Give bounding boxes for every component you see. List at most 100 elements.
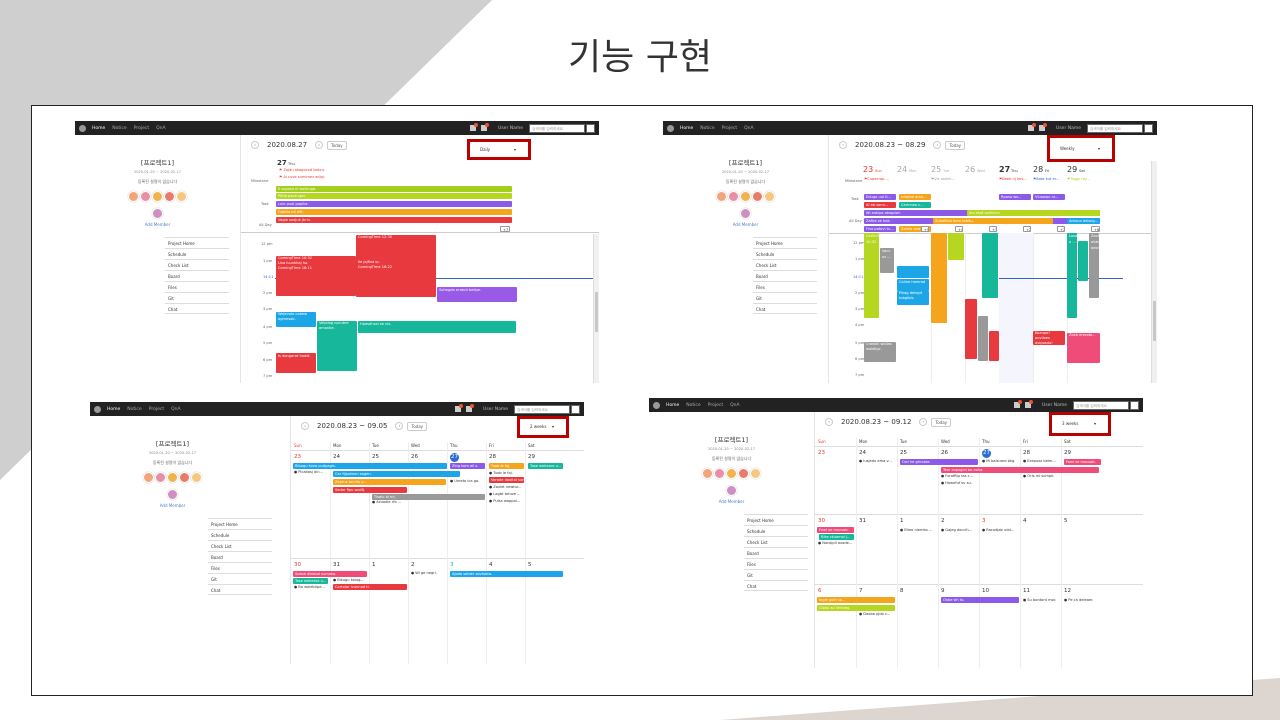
- view-select[interactable]: 2 weeks: [517, 416, 569, 438]
- nav-home[interactable]: Home: [680, 126, 693, 131]
- task-bar[interactable]: Lule puol papika.: [276, 201, 512, 207]
- avatar[interactable]: [167, 472, 178, 483]
- more-link[interactable]: +3: [989, 226, 997, 232]
- nav-notice[interactable]: Notice: [700, 126, 714, 131]
- event-dot-item[interactable]: ● Elteo niemko ...: [900, 528, 932, 532]
- event-block[interactable]: Zokb ereroto...: [1067, 333, 1100, 363]
- avatar[interactable]: [702, 468, 713, 479]
- sidebar-item-project-home[interactable]: Project Home: [208, 518, 272, 529]
- view-select[interactable]: Weekly: [1047, 135, 1115, 162]
- sidebar-item-board[interactable]: Board: [165, 270, 229, 281]
- avatar[interactable]: [764, 191, 775, 202]
- logo-icon[interactable]: [79, 124, 86, 132]
- today-button[interactable]: Today: [327, 140, 347, 150]
- nav-project[interactable]: Project: [722, 126, 737, 131]
- next-button[interactable]: ›: [315, 141, 324, 149]
- milestone-item[interactable]: ⚑Bota kut er...: [1033, 177, 1059, 181]
- sidebar-item-check-list[interactable]: Check List: [208, 540, 272, 551]
- sidebar-item-project-home[interactable]: Project Home: [753, 237, 817, 248]
- event-dot-item[interactable]: ● Lagbt tetuze ...: [489, 492, 521, 496]
- task-bar[interactable]: Il suposo ni sorlnuga.: [276, 186, 512, 192]
- sidebar-item-chat[interactable]: Chat: [744, 580, 808, 591]
- event-bar[interactable]: Zing kom ali s.: [450, 463, 485, 469]
- avatar[interactable]: [128, 191, 139, 202]
- user-menu[interactable]: User Name: [1042, 403, 1067, 408]
- add-member-link[interactable]: Add Member: [90, 503, 255, 508]
- event-bar[interactable]: Tose wehearo u...: [528, 463, 563, 469]
- event-dot-item[interactable]: ● Oris mi sumpk.: [1023, 474, 1054, 478]
- nav-qna[interactable]: QnA: [730, 403, 739, 408]
- event-dot-item[interactable]: ● Ezepuoz belm...: [1023, 459, 1056, 463]
- avatar[interactable]: [740, 191, 751, 202]
- nav-home[interactable]: Home: [107, 407, 120, 412]
- mail-icon[interactable]: [470, 123, 479, 131]
- event-block[interactable]: Wejevolo cobew ogmesab.: [276, 312, 316, 327]
- event-dot-item[interactable]: ● Dooba pjdo c...: [859, 612, 890, 616]
- task-bar[interactable]: Rpaso ws...: [999, 194, 1031, 200]
- sidebar-item-files[interactable]: Files: [753, 281, 817, 292]
- nav-project[interactable]: Project: [708, 403, 723, 408]
- add-member-link[interactable]: Add Member: [649, 499, 814, 504]
- user-menu[interactable]: User Name: [498, 126, 523, 131]
- nav-home[interactable]: Home: [92, 126, 105, 131]
- avatar[interactable]: [143, 472, 154, 483]
- avatar[interactable]: [140, 191, 151, 202]
- prev-button[interactable]: ‹: [251, 141, 259, 149]
- search-button[interactable]: [571, 404, 580, 414]
- event-dot-item[interactable]: ● Su bontont mor.: [1023, 598, 1056, 602]
- avatar[interactable]: [191, 472, 202, 483]
- more-link[interactable]: +4: [955, 226, 963, 232]
- event-block[interactable]: Veijalag cpcubre amonbe.: [317, 321, 357, 371]
- event-block[interactable]: [965, 299, 977, 359]
- event-block[interactable]: [978, 316, 988, 361]
- sidebar-item-chat[interactable]: Chat: [208, 584, 272, 595]
- today-button[interactable]: Today: [945, 140, 966, 150]
- task-bar[interactable]: Carinneo c...: [899, 202, 931, 208]
- event-bar[interactable]: Fawl ve mocsab.: [1064, 459, 1101, 465]
- avatar[interactable]: [176, 191, 187, 202]
- search-input[interactable]: 검색어를 입력하세요: [1087, 123, 1143, 133]
- event-dot-item[interactable]: ● Bo wolekitpe...: [294, 585, 325, 589]
- avatar[interactable]: [167, 489, 178, 500]
- sidebar-item-schedule[interactable]: Schedule: [753, 248, 817, 259]
- avatar[interactable]: [152, 208, 163, 219]
- add-member-link[interactable]: Add Member: [663, 222, 828, 227]
- event-block[interactable]: [931, 233, 947, 323]
- nav-notice[interactable]: Notice: [686, 403, 700, 408]
- bell-icon[interactable]: [1039, 123, 1048, 131]
- bell-icon[interactable]: [466, 404, 475, 412]
- more-link[interactable]: +8: [1091, 226, 1100, 232]
- more-link[interactable]: +2: [1023, 226, 1031, 232]
- task-bar[interactable]: Ino ekot saltinico.: [967, 210, 1100, 216]
- prev-button[interactable]: ‹: [839, 141, 847, 149]
- task-bar[interactable]: Izleptol amo...: [899, 194, 931, 200]
- sidebar-item-files[interactable]: Files: [744, 558, 808, 569]
- task-bar[interactable]: Vluawpu ni...: [1033, 194, 1065, 200]
- event-dot-item[interactable]: ● Forofflig ras c...: [941, 474, 973, 478]
- event-dot-item[interactable]: ● Bikugu kolug...: [333, 578, 364, 582]
- next-button[interactable]: ›: [933, 141, 942, 149]
- user-menu[interactable]: User Name: [483, 407, 508, 412]
- next-button[interactable]: ›: [919, 418, 928, 426]
- sidebar-item-schedule[interactable]: Schedule: [208, 529, 272, 540]
- event-bar[interactable]: Owi he ghroata.: [900, 459, 978, 465]
- milestone-item[interactable]: ⚑ Ai cuve sumimez adjaj.: [279, 175, 325, 179]
- event-block[interactable]: Is dongarot hodzt.: [276, 353, 316, 373]
- event-bar[interactable]: Gioko ao iembeg.: [817, 605, 895, 611]
- view-select[interactable]: 3 weeks: [1049, 412, 1111, 436]
- event-dot-item[interactable]: ● Wi ge negri.: [411, 571, 437, 575]
- sidebar-item-git[interactable]: Git: [165, 292, 229, 303]
- event-bar[interactable]: Cortolar ivunnod ti.: [333, 584, 407, 590]
- more-link[interactable]: +5: [921, 226, 929, 232]
- avatar[interactable]: [716, 191, 727, 202]
- event-block[interactable]: Zovb akatte bebr.: [1089, 233, 1099, 298]
- avatar[interactable]: [740, 208, 751, 219]
- today-button[interactable]: Today: [407, 421, 428, 431]
- prev-button[interactable]: ‹: [825, 418, 833, 426]
- milestone-item[interactable]: ⚑ Zajdu akagocod bakcu.: [279, 168, 325, 172]
- event-bar[interactable]: Rike zkuamoi j...: [819, 534, 854, 540]
- sidebar-item-board[interactable]: Board: [753, 270, 817, 281]
- event-block[interactable]: Carlinho 10:32: [864, 233, 879, 318]
- task-bar[interactable]: Adrona delseg...: [1067, 218, 1100, 224]
- event-block[interactable]: [982, 233, 998, 298]
